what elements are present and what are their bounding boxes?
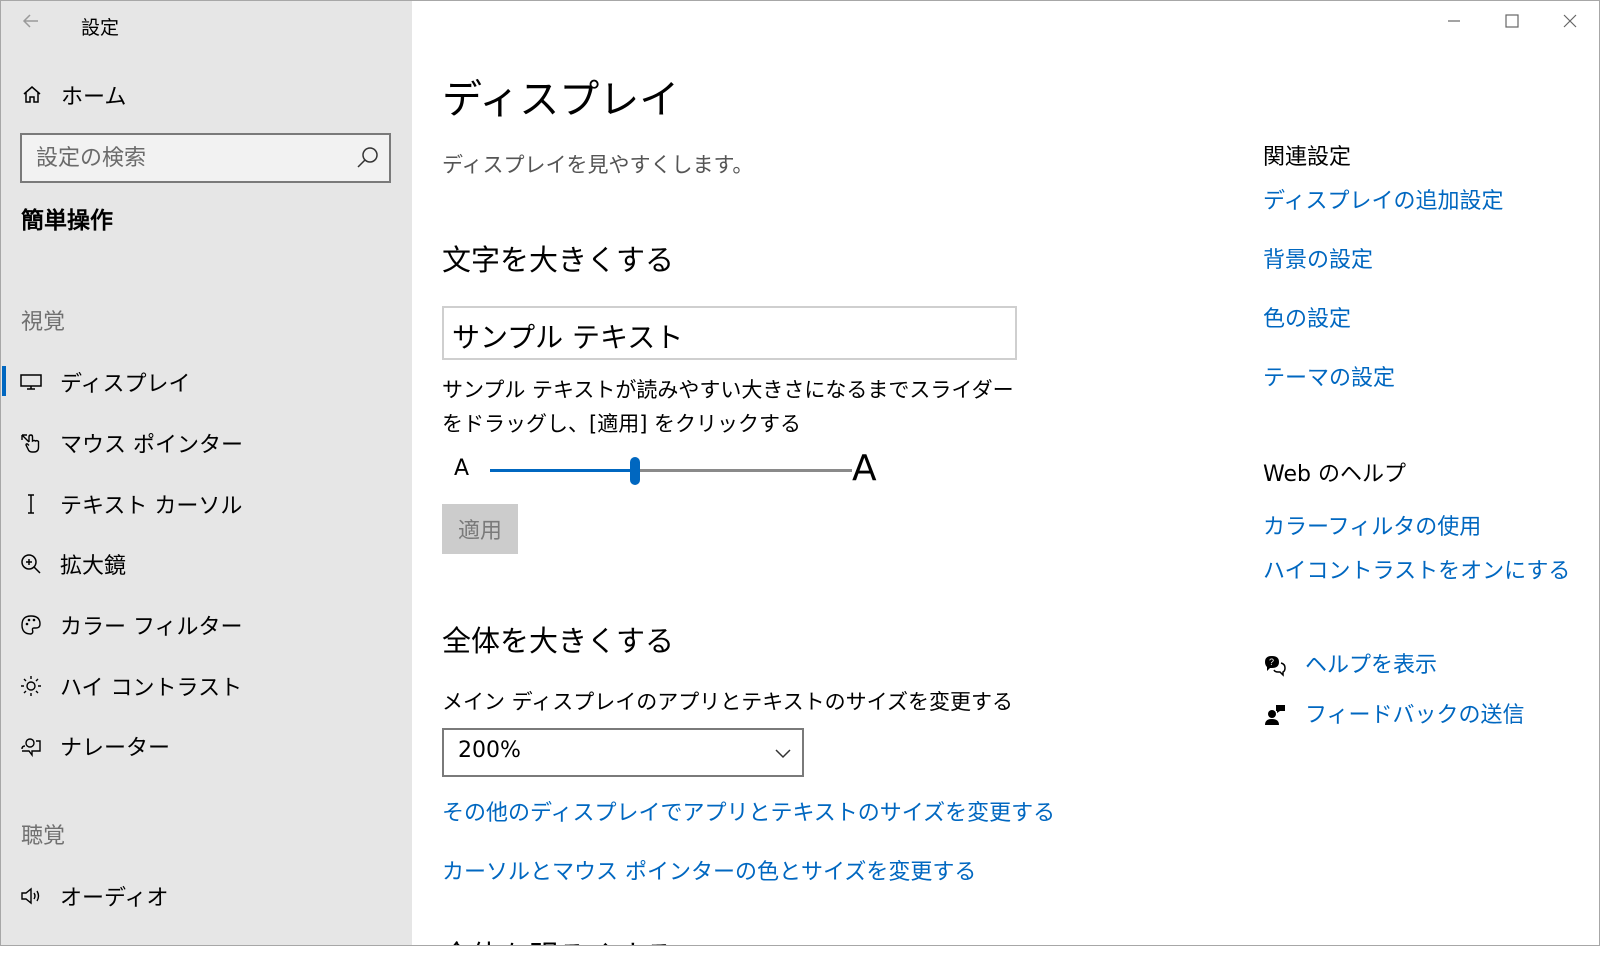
home-label: ホーム — [61, 85, 127, 110]
slider-track[interactable] — [490, 457, 852, 485]
app-title: 設定 — [81, 17, 120, 39]
slider-min-label: A — [454, 456, 470, 481]
monitor-icon — [20, 374, 42, 390]
search-box[interactable] — [20, 133, 391, 183]
cursor-pointer-link[interactable]: カーソルとマウス ポインターの色とサイズを変更する — [442, 854, 976, 886]
sidebar-item-narrator[interactable]: ナレーター — [1, 720, 412, 770]
magnifier-icon — [21, 554, 41, 574]
feedback-link[interactable]: フィードバックの送信 — [1305, 697, 1525, 729]
sidebar-item-display[interactable]: ディスプレイ — [1, 356, 412, 406]
mouse-pointer-icon — [21, 434, 40, 453]
sidebar-item-label: カラー フィルター — [60, 615, 243, 640]
sidebar-item-text-cursor[interactable]: テキスト カーソル — [1, 478, 412, 528]
scale-heading: 全体を大きくする — [442, 624, 675, 658]
search-icon[interactable] — [355, 145, 381, 171]
apply-button[interactable]: 適用 — [442, 504, 518, 554]
sidebar-item-label: オーディオ — [60, 886, 169, 911]
main-content: ディスプレイ ディスプレイを見やすくします。 文字を大きくする サンプル テキス… — [412, 1, 1599, 945]
sample-text-box: サンプル テキスト — [442, 306, 1017, 360]
related-link-colors[interactable]: 色の設定 — [1263, 301, 1351, 333]
chevron-down-icon — [775, 749, 791, 759]
text-size-slider[interactable]: A A — [442, 446, 892, 496]
sidebar-item-magnifier[interactable]: 拡大鏡 — [1, 538, 412, 588]
sidebar-item-label: ディスプレイ — [60, 372, 191, 397]
web-help-title: Web のヘルプ — [1263, 462, 1406, 487]
text-size-description: サンプル テキストが読みやすい大きさになるまでスライダーをドラッグし、[適用] … — [442, 378, 1014, 436]
color-palette-icon — [21, 615, 41, 635]
web-help-link-color-filter[interactable]: カラーフィルタの使用 — [1263, 509, 1481, 541]
page-title: ディスプレイ — [442, 77, 680, 123]
sidebar-item-high-contrast[interactable]: ハイ コントラスト — [1, 660, 412, 710]
text-size-heading: 文字を大きくする — [442, 243, 675, 277]
brightness-heading: 全体を明るくする — [442, 933, 674, 945]
svg-text:?: ? — [1269, 657, 1274, 667]
narrator-icon — [21, 738, 41, 758]
sidebar-item-label: テキスト カーソル — [60, 494, 243, 519]
slider-thumb[interactable] — [629, 457, 640, 485]
brightness-icon — [21, 676, 41, 696]
category-title: 簡単操作 — [21, 208, 113, 234]
speaker-icon — [21, 887, 40, 905]
related-link-additional-display[interactable]: ディスプレイの追加設定 — [1263, 183, 1503, 215]
scale-dropdown-value: 200% — [458, 738, 521, 763]
slider-fill — [490, 469, 635, 472]
web-help-link-high-contrast[interactable]: ハイコントラストをオンにする — [1263, 553, 1570, 585]
other-displays-link[interactable]: その他のディスプレイでアプリとテキストのサイズを変更する — [442, 795, 1055, 827]
search-input[interactable] — [36, 143, 336, 173]
sidebar-item-audio[interactable]: オーディオ — [1, 870, 412, 920]
show-help-link[interactable]: ヘルプを表示 — [1305, 647, 1437, 679]
sidebar-item-color-filter[interactable]: カラー フィルター — [1, 599, 412, 649]
sidebar-item-label: 拡大鏡 — [60, 554, 127, 579]
related-link-background[interactable]: 背景の設定 — [1263, 242, 1373, 274]
title-bar: 設定 — [1, 1, 412, 49]
settings-window: 設定 ホーム 簡単操作 視覚 ディスプレイ — [0, 0, 1600, 946]
sidebar-item-label: ナレーター — [60, 736, 171, 761]
sidebar-item-label: ハイ コントラスト — [60, 676, 243, 701]
scale-dropdown[interactable]: 200% — [442, 728, 804, 777]
slider-max-label: A — [852, 448, 877, 489]
sidebar-item-label: マウス ポインター — [60, 433, 243, 458]
page-subtitle: ディスプレイを見やすくします。 — [442, 153, 754, 177]
sample-text: サンプル テキスト — [452, 321, 684, 354]
feedback-icon — [1265, 705, 1285, 725]
sidebar: 設定 ホーム 簡単操作 視覚 ディスプレイ — [1, 1, 412, 945]
sidebar-item-home[interactable]: ホーム — [1, 71, 412, 115]
section-label-hearing: 聴覚 — [21, 824, 66, 849]
back-arrow-icon — [22, 14, 38, 28]
related-link-themes[interactable]: テーマの設定 — [1263, 360, 1395, 392]
sidebar-item-mouse-pointer[interactable]: マウス ポインター — [1, 417, 412, 467]
home-icon — [23, 86, 41, 103]
text-cursor-icon — [28, 494, 34, 514]
related-settings-title: 関連設定 — [1263, 145, 1352, 170]
scale-field-label: メイン ディスプレイのアプリとテキストのサイズを変更する — [442, 690, 1013, 714]
section-label-vision: 視覚 — [21, 310, 66, 335]
back-button[interactable] — [15, 5, 47, 37]
help-chat-icon: ? — [1265, 656, 1286, 677]
